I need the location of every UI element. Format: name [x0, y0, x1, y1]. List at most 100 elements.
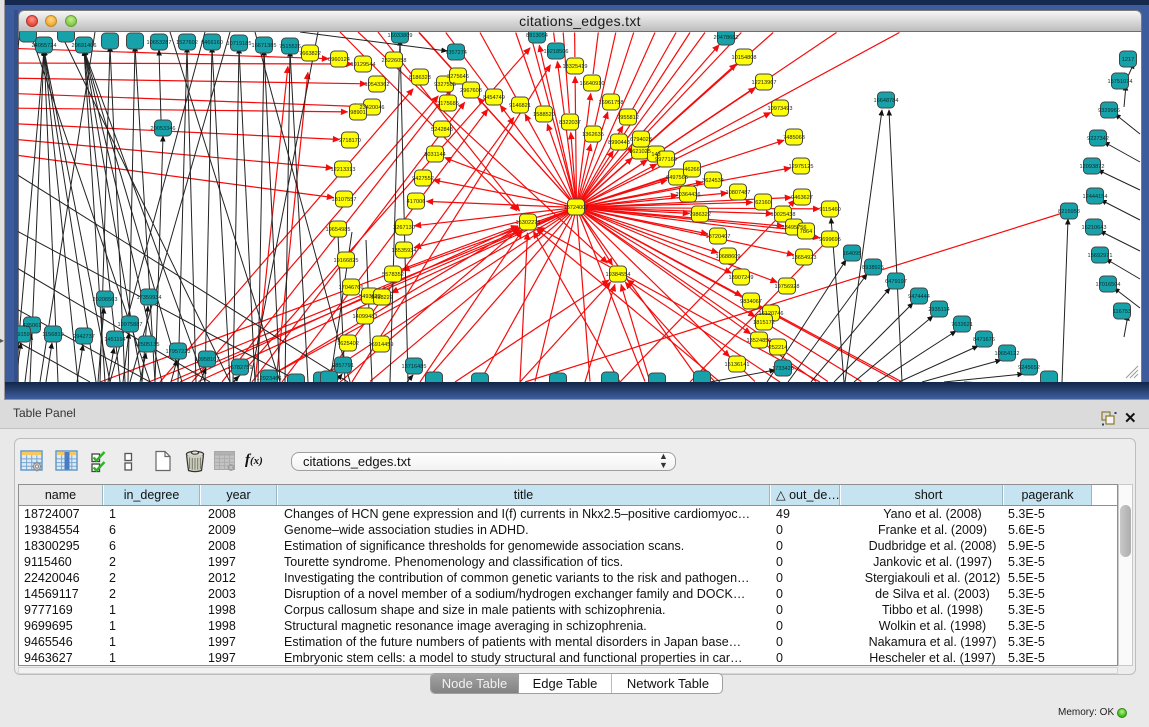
svg-text:417006: 417006: [407, 199, 426, 205]
svg-text:5242848: 5242848: [431, 127, 453, 133]
svg-text:10654122: 10654122: [995, 351, 1020, 357]
svg-text:7625402: 7625402: [337, 341, 359, 347]
svg-text:98901: 98901: [350, 110, 366, 116]
svg-text:435061: 435061: [23, 323, 42, 329]
svg-text:18907249: 18907249: [729, 275, 754, 281]
svg-text:252214: 252214: [769, 345, 788, 351]
svg-text:62160: 62160: [755, 200, 771, 206]
svg-text:3275646: 3275646: [447, 74, 469, 80]
svg-text:9427552: 9427552: [412, 176, 434, 182]
svg-text:19975887: 19975887: [118, 322, 143, 328]
svg-text:16640910: 16640910: [580, 81, 605, 87]
svg-text:3267130: 3267130: [393, 225, 415, 231]
svg-text:19129544: 19129544: [351, 62, 376, 68]
svg-text:20364436: 20364436: [676, 192, 701, 198]
svg-text:19218506: 19218506: [544, 49, 569, 55]
svg-text:13535934: 13535934: [392, 248, 417, 254]
svg-text:10973493: 10973493: [768, 106, 793, 112]
svg-text:9327505: 9327505: [434, 82, 456, 88]
svg-text:12213967: 12213967: [752, 80, 777, 86]
svg-text:3624534: 3624534: [702, 178, 724, 184]
svg-text:13720407: 13720407: [706, 234, 731, 240]
svg-text:1733426: 1733426: [772, 366, 794, 372]
svg-text:10688609: 10688609: [716, 254, 741, 260]
svg-text:2967608: 2967608: [460, 88, 482, 94]
svg-text:1588520: 1588520: [533, 112, 555, 118]
svg-text:1527602: 1527602: [176, 40, 198, 46]
svg-text:7357274: 7357274: [445, 50, 467, 56]
svg-text:15692971: 15692971: [1088, 253, 1113, 259]
svg-text:16671385: 16671385: [252, 43, 277, 49]
svg-text:2942737: 2942737: [73, 334, 95, 340]
svg-text:9474444: 9474444: [908, 294, 930, 300]
svg-text:1217: 1217: [1122, 57, 1134, 63]
svg-text:2718170: 2718170: [339, 138, 361, 144]
svg-text:1156819: 1156819: [42, 332, 63, 338]
svg-text:8960124: 8960124: [328, 57, 350, 63]
svg-text:9329966: 9329966: [1098, 108, 1120, 114]
svg-text:9245652: 9245652: [1018, 365, 1040, 371]
svg-text:9699695: 9699695: [819, 237, 841, 243]
svg-text:46266: 46266: [684, 167, 700, 173]
svg-text:8938925: 8938925: [862, 265, 884, 271]
svg-text:24055724: 24055724: [32, 43, 57, 49]
svg-text:17359934: 17359934: [137, 295, 162, 301]
svg-text:13325419: 13325419: [563, 64, 588, 70]
svg-text:12093872: 12093872: [1080, 164, 1105, 170]
svg-text:12923466: 12923466: [257, 376, 282, 382]
svg-text:8322037: 8322037: [559, 120, 581, 126]
svg-text:7864: 7864: [800, 229, 812, 235]
svg-text:16914459: 16914459: [369, 342, 394, 348]
svg-text:7515526: 7515526: [279, 44, 301, 50]
svg-text:19166825: 19166825: [334, 258, 359, 264]
svg-text:8813054: 8813054: [526, 33, 548, 39]
svg-text:16120746: 16120746: [759, 311, 784, 317]
svg-text:10719185: 10719185: [227, 41, 252, 47]
svg-text:8186323: 8186323: [409, 75, 431, 81]
svg-text:16033809: 16033809: [388, 33, 413, 39]
svg-text:8215958: 8215958: [1058, 209, 1080, 215]
svg-text:10958107: 10958107: [195, 357, 220, 363]
svg-text:5498222: 5498222: [371, 295, 393, 301]
svg-text:7632621: 7632621: [951, 322, 973, 328]
svg-text:12444154: 12444154: [1083, 194, 1108, 200]
svg-text:8990443: 8990443: [608, 140, 630, 146]
svg-text:13654923: 13654923: [792, 255, 817, 261]
svg-text:13716485: 13716485: [402, 364, 427, 370]
svg-text:3175685: 3175685: [437, 101, 459, 107]
svg-text:1451194: 1451194: [104, 337, 125, 343]
svg-text:1621025: 1621025: [629, 149, 651, 155]
svg-text:12975125: 12975125: [789, 164, 814, 170]
svg-text:10807487: 10807487: [726, 190, 751, 196]
svg-text:12505135: 12505135: [135, 342, 160, 348]
svg-text:13524851: 13524851: [747, 338, 772, 344]
svg-text:18107557: 18107557: [332, 197, 357, 203]
svg-text:16961758: 16961758: [599, 100, 624, 106]
svg-text:8454749: 8454749: [483, 95, 505, 101]
svg-text:10154808: 10154808: [732, 55, 757, 61]
svg-text:9115460: 9115460: [819, 207, 840, 213]
svg-text:19756928: 19756928: [775, 284, 800, 290]
svg-text:6479197: 6479197: [885, 279, 907, 285]
svg-text:16782759: 16782759: [228, 365, 253, 371]
svg-text:20691406: 20691406: [72, 43, 97, 49]
svg-text:9146821: 9146821: [509, 103, 531, 109]
svg-text:9857791: 9857791: [332, 363, 354, 369]
svg-text:7986322: 7986322: [689, 212, 711, 218]
svg-text:6794023: 6794023: [630, 137, 652, 143]
svg-text:19654985: 19654985: [326, 227, 351, 233]
svg-text:10025438: 10025438: [771, 212, 796, 218]
svg-text:15136141: 15136141: [725, 362, 750, 368]
svg-text:2935114: 2935114: [928, 307, 949, 313]
svg-text:6466160: 6466160: [201, 40, 223, 46]
svg-text:17016504: 17016504: [1096, 282, 1121, 288]
svg-text:20053346: 20053346: [151, 126, 176, 132]
svg-text:5578352: 5578352: [382, 272, 404, 278]
svg-text:16648784: 16648784: [874, 98, 899, 104]
svg-text:10653287: 10653287: [147, 40, 172, 46]
svg-text:8031144: 8031144: [424, 152, 445, 158]
svg-text:116753: 116753: [1113, 309, 1131, 315]
svg-text:1815172: 1815172: [753, 320, 775, 326]
svg-text:20478682: 20478682: [714, 35, 739, 41]
svg-text:9977169: 9977169: [655, 157, 677, 163]
